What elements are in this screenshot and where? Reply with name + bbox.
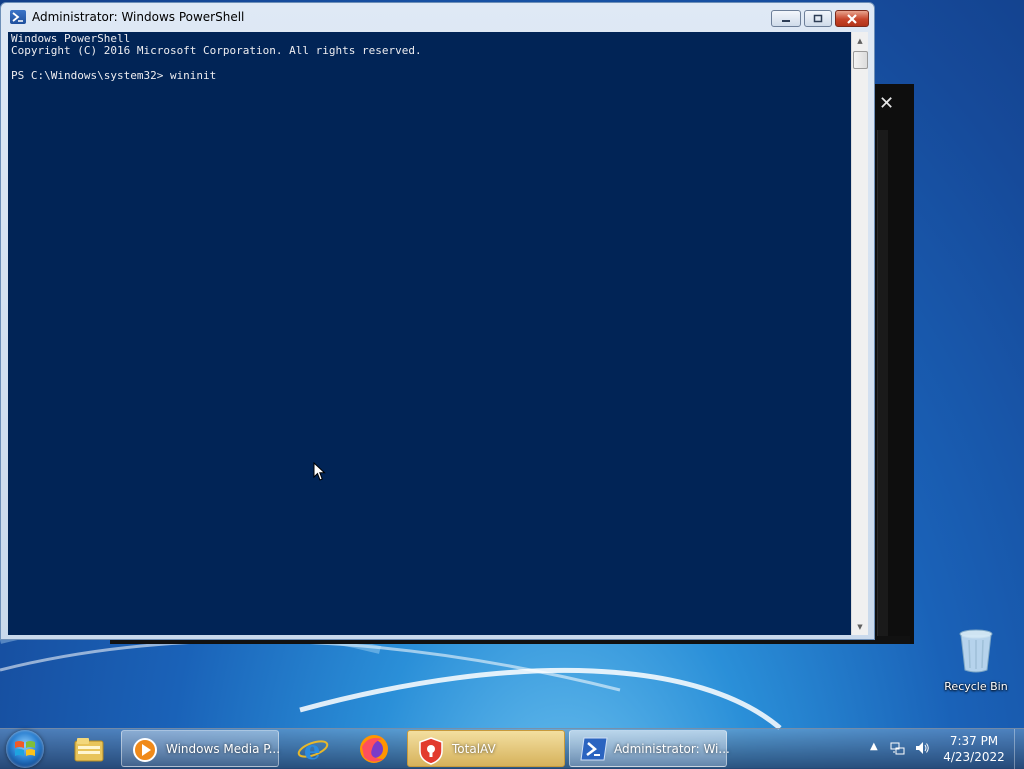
volume-icon[interactable] — [914, 740, 930, 759]
windows-media-player-icon — [132, 737, 158, 767]
powershell-icon — [580, 737, 608, 765]
scroll-up-arrow-icon[interactable]: ▲ — [852, 32, 868, 49]
scrollbar-thumb[interactable] — [853, 51, 868, 69]
vertical-scrollbar[interactable]: ▲ ▼ — [851, 32, 868, 635]
internet-explorer-icon: e — [297, 736, 329, 764]
close-button[interactable] — [835, 10, 869, 27]
internet-explorer-taskbar-icon[interactable]: e — [287, 731, 339, 767]
console-output-area[interactable]: Windows PowerShell Copyright (C) 2016 Mi… — [8, 32, 851, 635]
background-window-panel — [877, 130, 888, 640]
close-icon — [836, 11, 868, 26]
network-icon[interactable] — [890, 740, 906, 759]
taskbar-button-label: Windows Media P... — [166, 742, 281, 756]
restore-icon — [805, 11, 831, 26]
window-title: Administrator: Windows PowerShell — [32, 10, 245, 24]
recycle-bin-icon — [959, 629, 993, 673]
taskbar: Windows Media P... e TotalAV Administrat… — [0, 728, 1024, 769]
svg-text:e: e — [304, 736, 321, 764]
file-explorer-icon — [74, 738, 104, 762]
title-bar[interactable]: Administrator: Windows PowerShell — [1, 3, 874, 33]
recycle-bin-shortcut[interactable]: Recycle Bin — [940, 628, 1012, 693]
console-prompt-line: PS C:\Windows\system32> wininit — [11, 68, 217, 82]
show-hidden-icons-icon[interactable]: ▲ — [870, 741, 878, 752]
clock-date: 4/23/2022 — [943, 750, 1005, 764]
clock-time: 7:37 PM — [949, 734, 999, 748]
firefox-icon — [360, 735, 388, 763]
powershell-icon — [10, 10, 26, 24]
firefox-taskbar-icon[interactable] — [348, 731, 400, 767]
totalav-icon — [418, 737, 444, 769]
maximize-button[interactable] — [804, 10, 832, 27]
taskbar-button-label: Administrator: Wi... — [614, 742, 730, 756]
powershell-window[interactable]: Administrator: Windows PowerShell Window… — [0, 2, 875, 640]
recycle-bin-label: Recycle Bin — [944, 680, 1008, 693]
file-explorer-taskbar-icon[interactable] — [63, 731, 115, 767]
show-desktop-button[interactable] — [1014, 729, 1024, 769]
system-clock[interactable]: 7:37 PM 4/23/2022 — [936, 733, 1012, 765]
minimize-button[interactable] — [771, 10, 801, 27]
console-text: Windows PowerShell Copyright (C) 2016 Mi… — [11, 32, 422, 82]
minimize-icon — [772, 11, 800, 26]
console-line: Windows PowerShell — [11, 32, 131, 45]
scroll-down-arrow-icon[interactable]: ▼ — [852, 618, 868, 635]
taskbar-button-totalav[interactable]: TotalAV — [407, 730, 565, 767]
close-icon[interactable]: ✕ — [879, 92, 894, 116]
taskbar-button-windows-media-player[interactable]: Windows Media P... — [121, 730, 281, 767]
taskbar-button-label: TotalAV — [452, 742, 496, 756]
start-button[interactable] — [6, 730, 44, 768]
windows-logo-icon — [15, 741, 35, 756]
console-line: Copyright (C) 2016 Microsoft Corporation… — [11, 44, 422, 58]
taskbar-button-powershell[interactable]: Administrator: Wi... — [569, 730, 730, 767]
mouse-pointer-icon — [313, 462, 326, 481]
